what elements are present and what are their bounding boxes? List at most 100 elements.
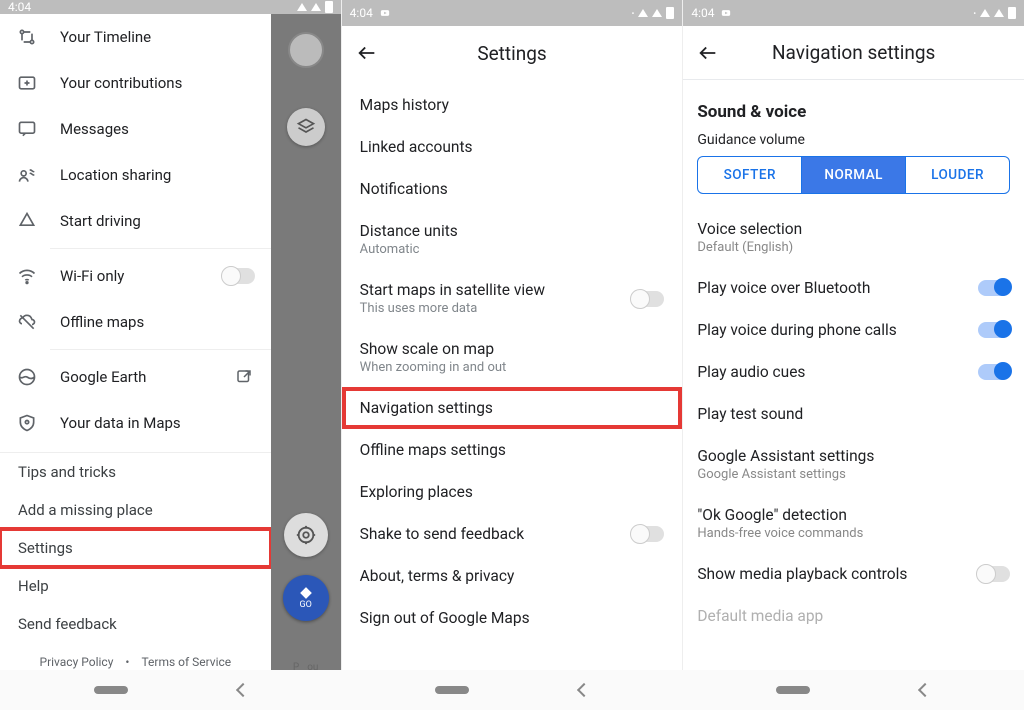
- wifi-only-switch[interactable]: [223, 268, 255, 284]
- status-bar: 4:04 •: [683, 0, 1024, 26]
- seg-softer[interactable]: SOFTER: [698, 157, 801, 193]
- drawer-text-tips[interactable]: Tips and tricks: [0, 453, 271, 491]
- privacy-link[interactable]: Privacy Policy: [40, 655, 114, 669]
- drawer-label: Offline maps: [60, 313, 255, 331]
- item-label: "Ok Google" detection: [697, 506, 863, 524]
- nav-item-default-media: Default media app: [683, 595, 1024, 637]
- locate-fab[interactable]: [284, 513, 328, 557]
- item-label: Sign out of Google Maps: [360, 609, 530, 627]
- go-fab[interactable]: GO: [283, 575, 329, 621]
- back-gesture-icon[interactable]: [236, 683, 250, 697]
- media-switch[interactable]: [978, 566, 1010, 582]
- external-icon: [233, 366, 255, 388]
- settings-item-linked-accounts[interactable]: Linked accounts: [342, 126, 683, 168]
- messages-icon: [16, 118, 38, 140]
- drawer-item-contributions[interactable]: Your contributions: [0, 60, 271, 106]
- drawer-item-your-data[interactable]: Your data in Maps: [0, 400, 271, 446]
- avatar[interactable]: [288, 32, 324, 68]
- drawer-item-timeline[interactable]: Your Timeline: [0, 14, 271, 60]
- settings-item-maps-history[interactable]: Maps history: [342, 84, 683, 126]
- item-sub: Default (English): [697, 240, 802, 255]
- settings-header: Settings: [342, 26, 683, 80]
- status-time: 4:04: [8, 0, 31, 14]
- nav-settings-list: Sound & voice Guidance volume SOFTER NOR…: [683, 80, 1024, 670]
- drawer-item-location-sharing[interactable]: Location sharing: [0, 152, 271, 198]
- battery-icon: [666, 7, 674, 19]
- back-gesture-icon[interactable]: [918, 683, 932, 697]
- drawer-label: Start driving: [60, 212, 255, 230]
- settings-item-scale[interactable]: Show scale on mapWhen zooming in and out: [342, 328, 683, 387]
- drawer-text-settings[interactable]: Settings: [0, 529, 271, 567]
- settings-item-distance-units[interactable]: Distance unitsAutomatic: [342, 210, 683, 269]
- guidance-volume-label: Guidance volume: [683, 132, 1024, 156]
- audiocues-switch[interactable]: [978, 364, 1010, 380]
- item-label: Offline maps settings: [360, 441, 506, 459]
- item-label: Maps history: [360, 96, 449, 114]
- bluetooth-switch[interactable]: [978, 280, 1010, 296]
- back-gesture-icon[interactable]: [577, 683, 591, 697]
- nav-item-audio-cues[interactable]: Play audio cues: [683, 351, 1024, 393]
- terms-link[interactable]: Terms of Service: [141, 655, 231, 669]
- home-pill[interactable]: [435, 686, 469, 694]
- nav-item-test-sound[interactable]: Play test sound: [683, 393, 1024, 435]
- battery-icon: [325, 1, 333, 13]
- system-navbar: [0, 670, 1024, 710]
- nav-item-voice-selection[interactable]: Voice selection Default (English): [683, 208, 1024, 267]
- behind-text: P: [293, 662, 299, 670]
- item-label: Play audio cues: [697, 363, 805, 381]
- settings-list: Maps history Linked accounts Notificatio…: [342, 80, 683, 670]
- home-pill[interactable]: [776, 686, 810, 694]
- item-label: Start maps in satellite view: [360, 281, 545, 299]
- dot-separator: •: [125, 655, 129, 669]
- driving-icon: [16, 210, 38, 232]
- youtube-icon: [379, 8, 391, 18]
- drawer-item-wifi-only[interactable]: Wi-Fi only: [0, 253, 271, 299]
- item-label: Voice selection: [697, 220, 802, 238]
- shake-switch[interactable]: [632, 526, 664, 542]
- settings-item-signout[interactable]: Sign out of Google Maps: [342, 597, 683, 639]
- home-pill[interactable]: [94, 686, 128, 694]
- seg-normal[interactable]: NORMAL: [801, 157, 905, 193]
- settings-item-about[interactable]: About, terms & privacy: [342, 555, 683, 597]
- guidance-volume-segment: SOFTER NORMAL LOUDER: [697, 156, 1010, 194]
- item-label: Show media playback controls: [697, 565, 907, 583]
- settings-item-navigation[interactable]: Navigation settings: [342, 387, 683, 429]
- drawer-item-start-driving[interactable]: Start driving: [0, 198, 271, 244]
- status-bar: 4:04 •: [342, 0, 683, 26]
- settings-item-exploring[interactable]: Exploring places: [342, 471, 683, 513]
- nav-item-ok-google[interactable]: "Ok Google" detectionHands-free voice co…: [683, 494, 1024, 553]
- drawer-label: Google Earth: [60, 368, 211, 386]
- settings-item-offline[interactable]: Offline maps settings: [342, 429, 683, 471]
- back-button[interactable]: [697, 42, 719, 64]
- back-button[interactable]: [356, 42, 378, 64]
- timeline-icon: [16, 26, 38, 48]
- drawer-item-google-earth[interactable]: Google Earth: [0, 354, 271, 400]
- nav-item-bluetooth[interactable]: Play voice over Bluetooth: [683, 267, 1024, 309]
- nav-item-media-controls[interactable]: Show media playback controls: [683, 553, 1024, 595]
- settings-item-notifications[interactable]: Notifications: [342, 168, 683, 210]
- contributions-icon: [16, 72, 38, 94]
- drawer-label: Wi-Fi only: [60, 267, 201, 285]
- item-label: Exploring places: [360, 483, 473, 501]
- settings-item-satellite[interactable]: Start maps in satellite view This uses mo…: [342, 269, 683, 328]
- item-sub: This uses more data: [360, 301, 545, 316]
- satellite-switch[interactable]: [632, 291, 664, 307]
- drawer-text-add-place[interactable]: Add a missing place: [0, 491, 271, 529]
- drawer-item-offline-maps[interactable]: Offline maps: [0, 299, 271, 345]
- item-sub: Automatic: [360, 242, 458, 257]
- section-sound-voice: Sound & voice: [683, 84, 1024, 132]
- item-label: Show scale on map: [360, 340, 507, 358]
- drawer-item-messages[interactable]: Messages: [0, 106, 271, 152]
- settings-item-shake[interactable]: Shake to send feedback: [342, 513, 683, 555]
- item-label: Default media app: [697, 607, 823, 625]
- nav-item-assistant[interactable]: Google Assistant settingsGoogle Assistan…: [683, 435, 1024, 494]
- nav-drawer: Your Timeline Your contributions: [0, 14, 271, 670]
- drawer-label: Your data in Maps: [60, 414, 255, 432]
- phonecalls-switch[interactable]: [978, 322, 1010, 338]
- layers-fab[interactable]: [287, 108, 325, 146]
- item-label: Linked accounts: [360, 138, 473, 156]
- drawer-text-help[interactable]: Help: [0, 567, 271, 605]
- seg-louder[interactable]: LOUDER: [905, 157, 1009, 193]
- nav-item-phone-calls[interactable]: Play voice during phone calls: [683, 309, 1024, 351]
- drawer-text-feedback[interactable]: Send feedback: [0, 605, 271, 643]
